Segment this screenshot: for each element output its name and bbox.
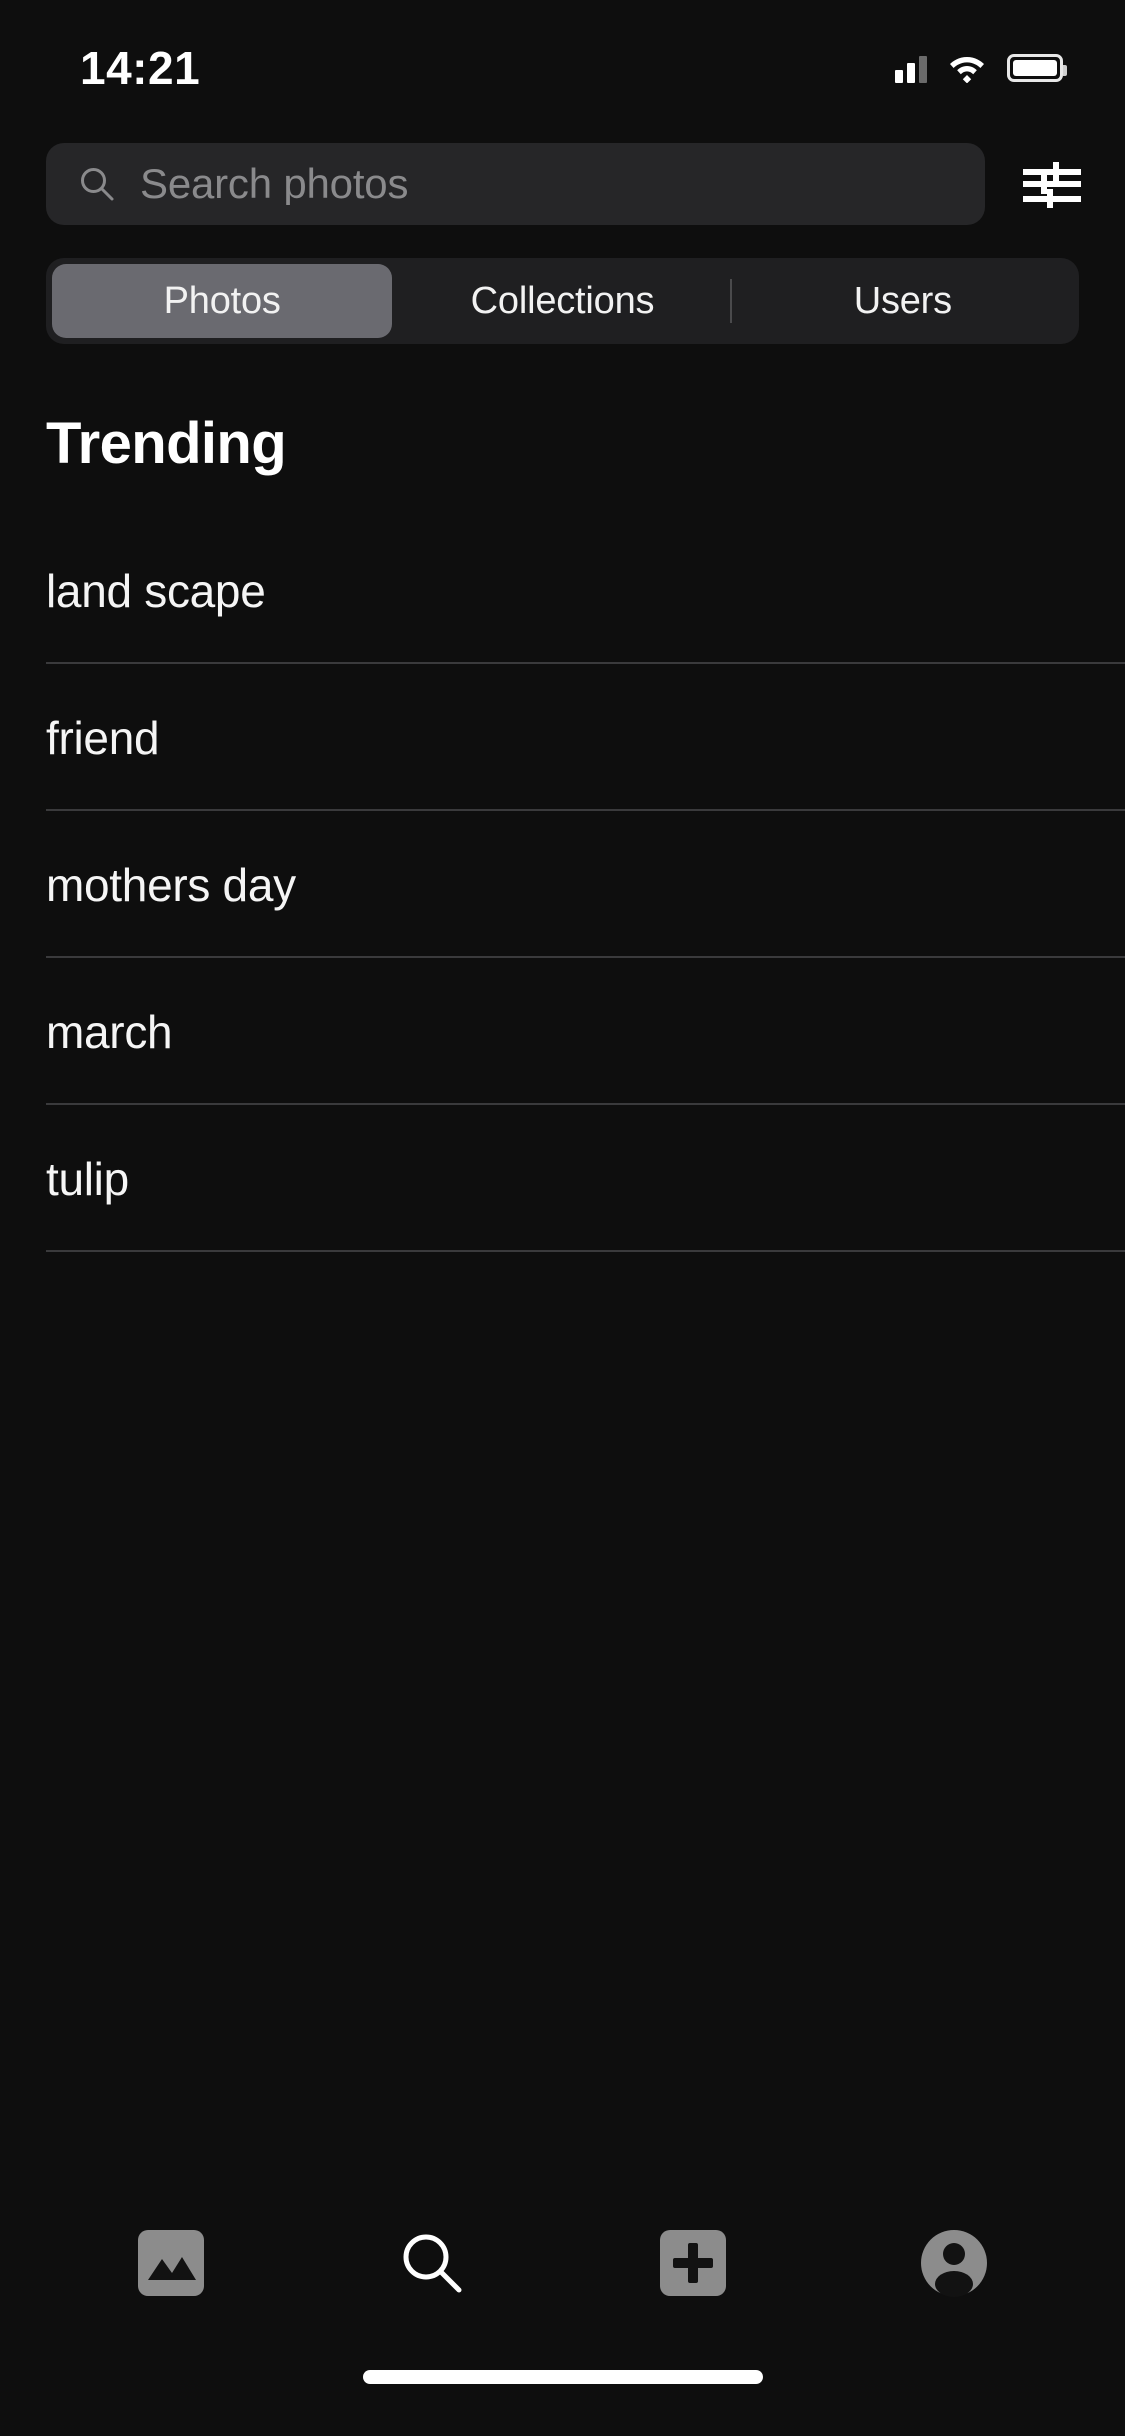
status-bar: 14:21: [0, 0, 1125, 128]
search-placeholder: Search photos: [140, 163, 409, 205]
nav-search[interactable]: [301, 2175, 562, 2350]
page-title: Trending: [46, 411, 287, 476]
trending-label: tulip: [46, 1152, 129, 1205]
tab-users[interactable]: Users: [733, 264, 1073, 338]
list-item[interactable]: tulip: [0, 1105, 1125, 1252]
filter-button[interactable]: [1013, 143, 1091, 225]
list-item[interactable]: land scape: [0, 517, 1125, 664]
tab-photos-label: Photos: [163, 279, 281, 322]
content-area: Trending land scape friend mothers day m…: [0, 344, 1125, 2175]
wifi-icon: [948, 53, 986, 83]
status-time: 14:21: [80, 42, 201, 94]
trending-label: land scape: [46, 564, 266, 617]
nav-add[interactable]: [563, 2175, 824, 2350]
trending-label: march: [46, 1005, 173, 1058]
trending-label: friend: [46, 711, 160, 764]
trending-list: land scape friend mothers day march tuli…: [0, 517, 1125, 1252]
battery-icon: [1007, 54, 1067, 82]
search-row: Search photos: [0, 128, 1125, 240]
list-item[interactable]: friend: [0, 664, 1125, 811]
search-input[interactable]: Search photos: [46, 143, 985, 225]
tab-collections[interactable]: Collections: [392, 264, 732, 338]
tab-collections-label: Collections: [470, 279, 655, 322]
segmented-control: Photos Collections Users: [46, 258, 1079, 344]
app-screen: 14:21 Search photos Photos Collections U…: [0, 0, 1125, 2436]
segment-divider: [729, 279, 732, 323]
person-circle-icon: [921, 2229, 988, 2297]
bottom-navigation-bar: [0, 2175, 1125, 2350]
cellular-signal-icon: [895, 53, 927, 83]
image-icon: [137, 2229, 204, 2296]
search-icon: [403, 2234, 462, 2292]
trending-label: mothers day: [46, 858, 296, 911]
status-icons: [895, 45, 1067, 83]
tab-users-label: Users: [853, 279, 952, 322]
plus-icon: [660, 2229, 727, 2296]
home-indicator-area: [0, 2350, 1125, 2436]
nav-photos[interactable]: [40, 2175, 301, 2350]
filter-sliders-icon: [1023, 162, 1081, 208]
tab-photos[interactable]: Photos: [52, 264, 393, 338]
list-item[interactable]: march: [0, 958, 1125, 1105]
home-indicator[interactable]: [362, 2370, 763, 2384]
search-icon: [81, 168, 114, 201]
nav-account[interactable]: [824, 2175, 1085, 2350]
list-item[interactable]: mothers day: [0, 811, 1125, 958]
